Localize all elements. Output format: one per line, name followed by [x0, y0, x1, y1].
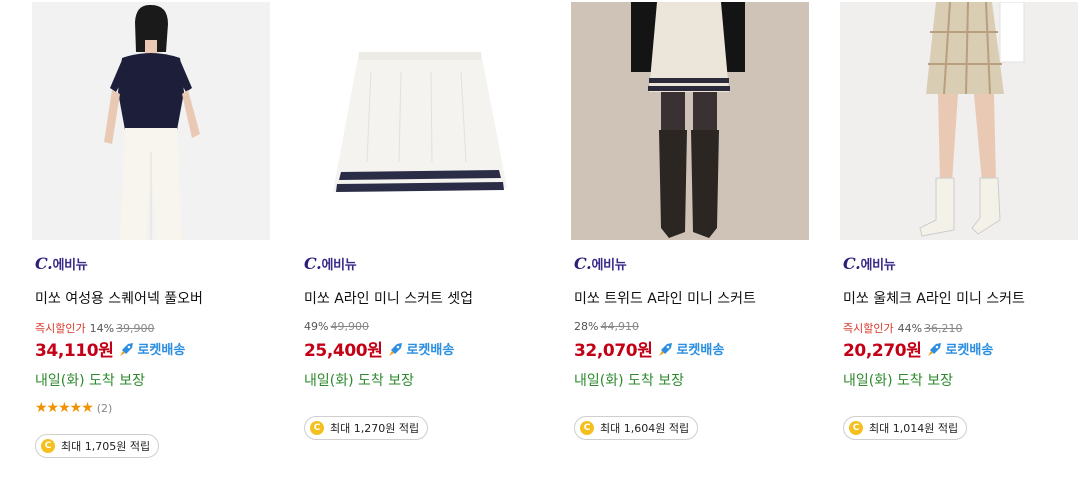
coin-icon: C — [580, 421, 594, 435]
original-price: 49,900 — [330, 320, 369, 333]
discount-row: 49% 49,900 — [304, 320, 369, 333]
product-card[interactable]: C.에비뉴 미쏘 울체크 A라인 미니 스커트 즉시할인가 44% 36,210 2… — [840, 0, 1080, 487]
discount-row: 즉시할인가 14% 39,900 — [35, 320, 155, 336]
coin-icon: C — [849, 421, 863, 435]
original-price: 44,910 — [600, 320, 639, 333]
brand-name: C.에비뉴 — [843, 254, 896, 273]
price-row: 32,070원 로켓배송 — [574, 336, 724, 361]
rocket-delivery-badge: 로켓배송 — [388, 339, 454, 358]
product-name[interactable]: 미쏘 여성용 스퀘어넥 풀오버 — [35, 288, 203, 308]
star-rating-icon: ★★★★★ — [35, 400, 94, 416]
sale-price: 20,270원 — [843, 341, 922, 361]
brand-name: C.에비뉴 — [574, 254, 627, 273]
product-name[interactable]: 미쏘 울체크 A라인 미니 스커트 — [843, 288, 1025, 308]
product-card[interactable]: C.에비뉴 미쏘 트위드 A라인 미니 스커트 28% 44,910 32,070… — [571, 0, 811, 487]
rocket-icon — [120, 342, 134, 356]
original-price: 36,210 — [924, 322, 963, 335]
rocket-delivery-badge: 로켓배송 — [927, 339, 993, 358]
cashback-badge: C 최대 1,014원 적립 — [843, 416, 968, 440]
discount-rate: 14% — [89, 322, 115, 335]
discount-row: 28% 44,910 — [574, 320, 639, 333]
product-name[interactable]: 미쏘 트위드 A라인 미니 스커트 — [574, 288, 756, 308]
discount-rate: 49% — [304, 320, 329, 333]
brand-name: C.에비뉴 — [35, 254, 88, 273]
price-row: 34,110원 로켓배송 — [35, 336, 185, 361]
cashback-badge: C 최대 1,705원 적립 — [35, 434, 160, 458]
sale-price: 32,070원 — [574, 341, 653, 361]
rocket-delivery-badge: 로켓배송 — [658, 339, 724, 358]
delivery-promise: 내일(화) 도착 보장 — [35, 373, 145, 389]
product-image[interactable] — [571, 2, 809, 240]
cashback-badge: C 최대 1,604원 적립 — [574, 416, 699, 440]
cashback-badge: C 최대 1,270원 적립 — [304, 416, 429, 440]
original-price: 39,900 — [116, 322, 155, 335]
product-card[interactable]: C.에비뉴 미쏘 A라인 미니 스커트 셋업 49% 49,900 25,400원… — [301, 0, 541, 487]
price-row: 20,270원 로켓배송 — [843, 336, 993, 361]
delivery-promise: 내일(화) 도착 보장 — [574, 373, 684, 389]
rating: ★★★★★ (2) — [35, 400, 112, 416]
instant-discount-label: 즉시할인가 — [35, 322, 86, 335]
product-card[interactable]: C.에비뉴 미쏘 여성용 스퀘어넥 풀오버 즉시할인가 14% 39,900 34,… — [32, 0, 272, 487]
review-count: (2) — [96, 401, 113, 415]
coin-icon: C — [310, 421, 324, 435]
sale-price: 34,110원 — [35, 341, 114, 361]
delivery-promise: 내일(화) 도착 보장 — [843, 373, 953, 389]
delivery-promise: 내일(화) 도착 보장 — [304, 373, 414, 389]
tweed-skirt-model-image — [571, 2, 809, 240]
brand-name: C.에비뉴 — [304, 254, 357, 273]
rocket-delivery-badge: 로켓배송 — [119, 339, 185, 358]
sale-price: 25,400원 — [304, 341, 383, 361]
discount-rate: 28% — [574, 320, 599, 333]
instant-discount-label: 즉시할인가 — [843, 322, 894, 335]
product-image[interactable] — [32, 2, 270, 240]
product-name[interactable]: 미쏘 A라인 미니 스커트 셋업 — [304, 288, 473, 308]
product-image[interactable] — [301, 2, 539, 240]
check-skirt-model-image — [840, 2, 1078, 240]
rocket-icon — [389, 342, 403, 356]
discount-row: 즉시할인가 44% 36,210 — [843, 320, 963, 336]
product-image[interactable] — [840, 2, 1078, 240]
white-skirt-image — [301, 2, 539, 240]
product-grid: C.에비뉴 미쏘 여성용 스퀘어넥 풀오버 즉시할인가 14% 39,900 34,… — [0, 0, 1083, 487]
coin-icon: C — [41, 439, 55, 453]
discount-rate: 44% — [897, 322, 923, 335]
rocket-icon — [659, 342, 673, 356]
model-pullover-image — [32, 2, 270, 240]
price-row: 25,400원 로켓배송 — [304, 336, 454, 361]
rocket-icon — [928, 342, 942, 356]
